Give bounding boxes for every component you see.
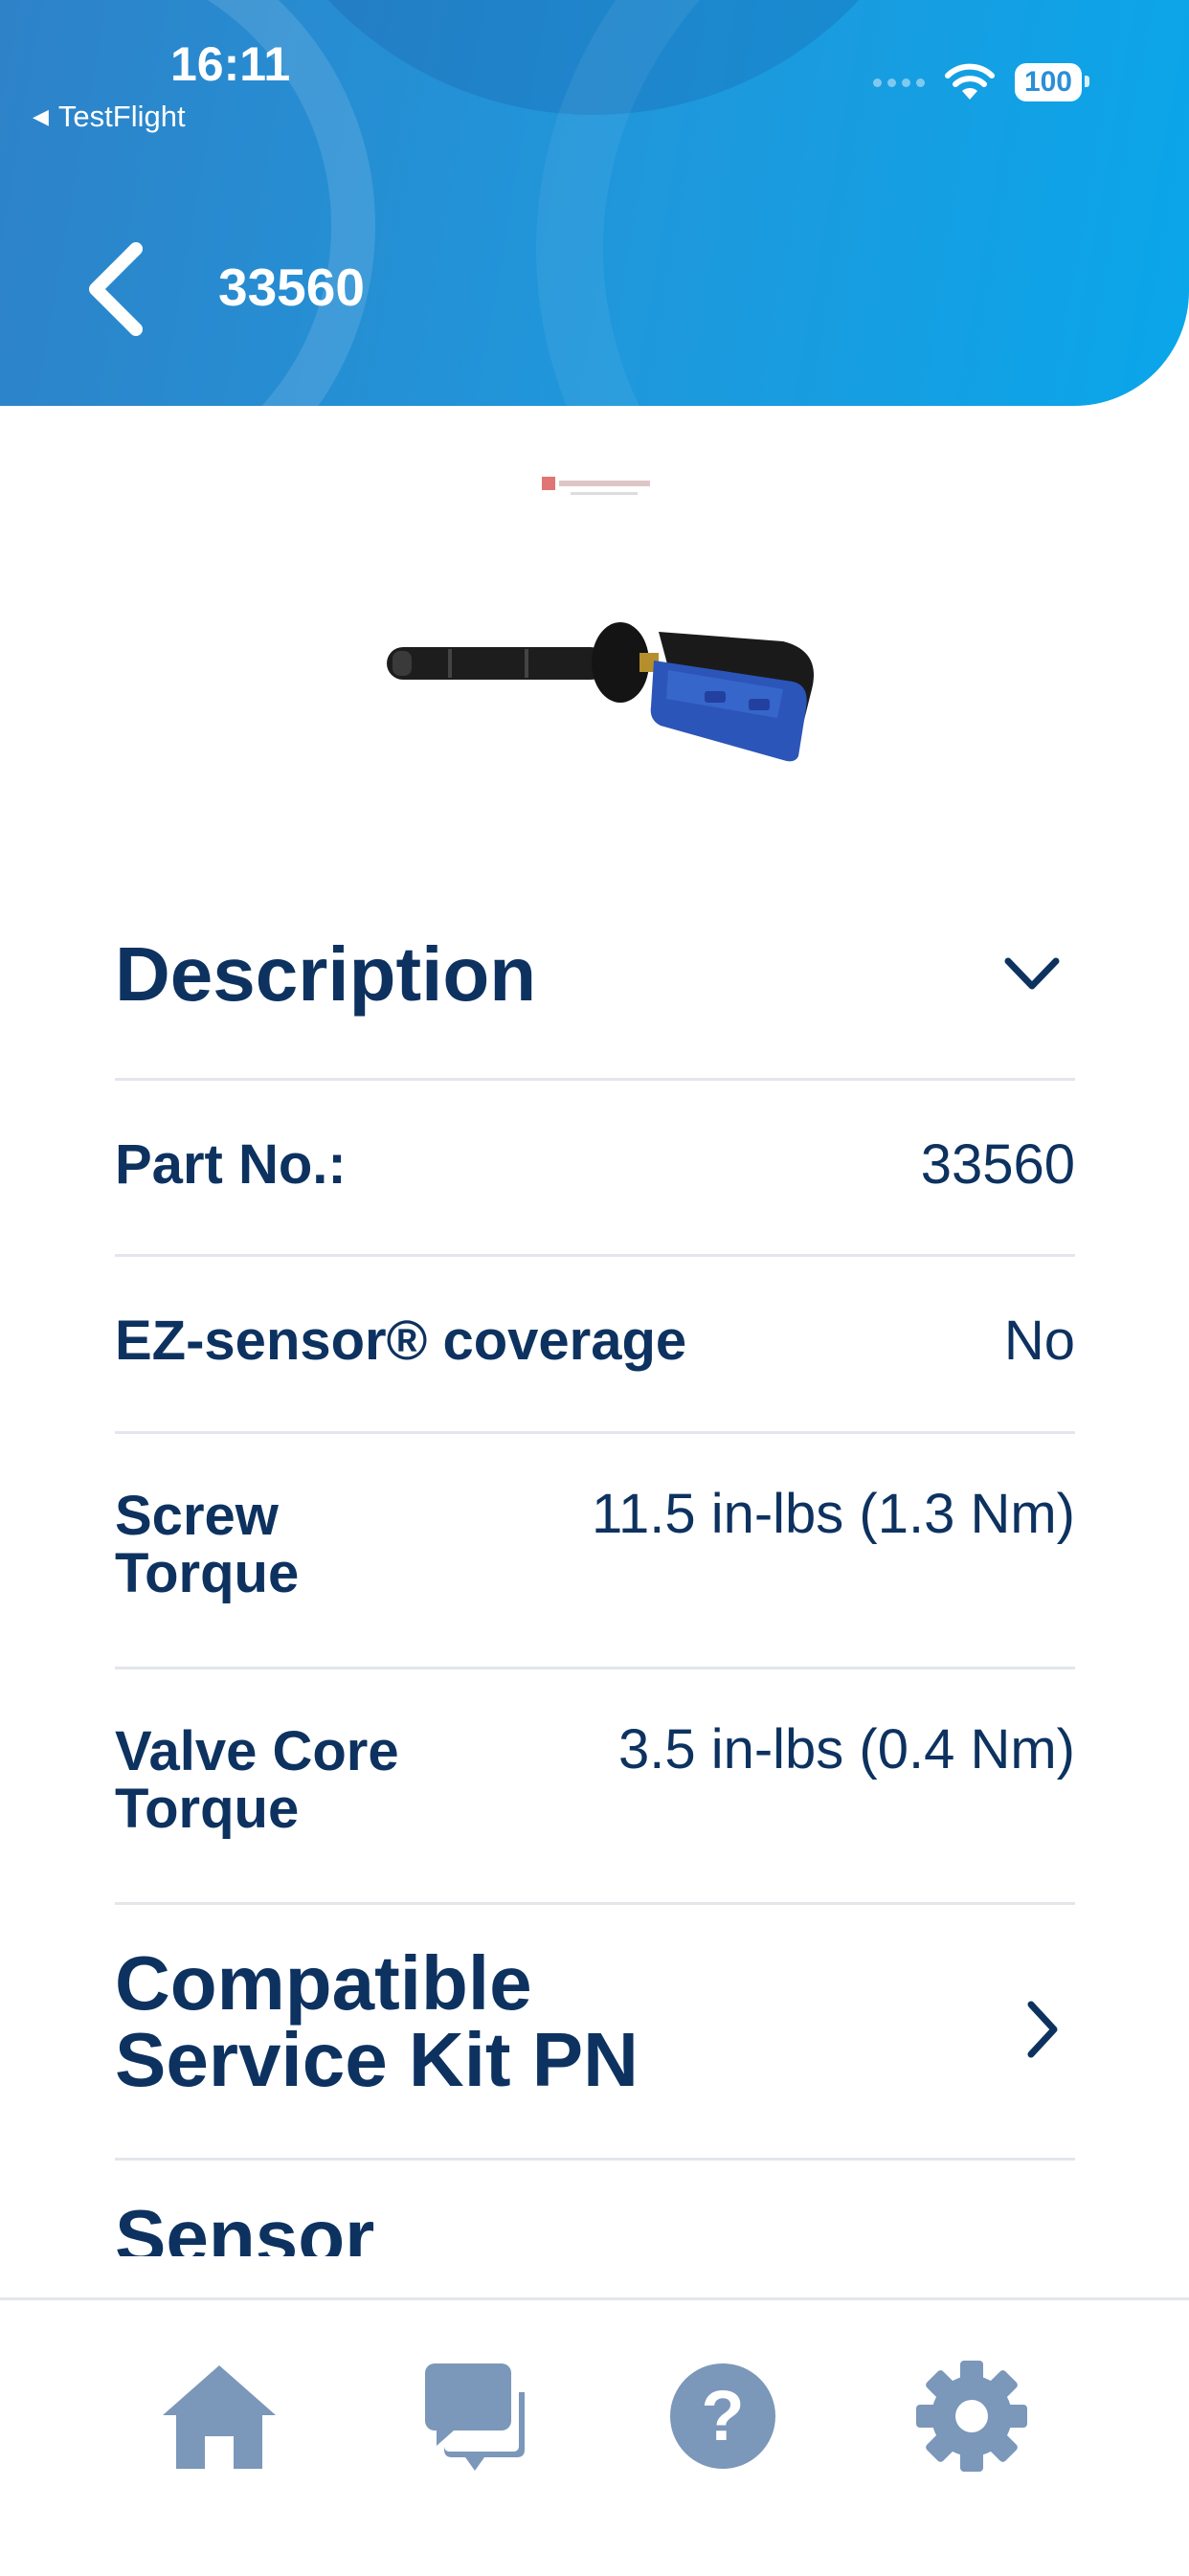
spec-label-line: Torque bbox=[115, 1778, 300, 1840]
svg-text:?: ? bbox=[701, 2376, 744, 2455]
spec-value: 3.5 in-lbs (0.4 Nm) bbox=[617, 1718, 1075, 1781]
cellular-signal-icon bbox=[872, 78, 925, 87]
chevron-right-icon bbox=[1027, 2001, 1058, 2058]
spec-row-screw-torque: Screw Torque 11.5 in-lbs (1.3 Nm) bbox=[115, 1434, 1075, 1669]
status-back-label: TestFlight bbox=[57, 100, 186, 133]
description-title: Description bbox=[115, 931, 537, 1017]
description-section-header[interactable]: Description bbox=[115, 890, 1075, 1081]
tab-bar: ? bbox=[0, 2297, 1189, 2576]
spec-row-part-no: Part No.: 33560 bbox=[115, 1081, 1075, 1257]
chevron-left-icon[interactable] bbox=[82, 241, 149, 337]
brand-logo bbox=[542, 477, 650, 495]
header-decoration-swoosh bbox=[536, 0, 1189, 406]
compatible-service-kit-title: Compatible Service Kit PN bbox=[115, 1945, 639, 2098]
spec-value: 11.5 in-lbs (1.3 Nm) bbox=[592, 1483, 1075, 1545]
spec-value: 33560 bbox=[920, 1133, 1075, 1196]
back-triangle-icon: ◀ bbox=[33, 104, 49, 128]
status-indicators: 100 bbox=[872, 63, 1090, 101]
spec-value: No bbox=[1003, 1310, 1075, 1372]
compatible-service-kit-row[interactable]: Compatible Service Kit PN bbox=[115, 1905, 1075, 2161]
sensor-section-header[interactable]: Sensor bbox=[115, 2161, 1075, 2256]
status-time: 16:11 bbox=[170, 37, 291, 91]
header: 16:11 ◀ TestFlight 100 33560 bbox=[0, 0, 1189, 406]
spec-label-line: Valve Core bbox=[115, 1720, 399, 1782]
page-title: 33560 bbox=[218, 258, 365, 317]
wifi-icon bbox=[944, 63, 995, 100]
status-back-app[interactable]: ◀ TestFlight bbox=[33, 100, 186, 134]
title-line: Service Kit PN bbox=[115, 2017, 639, 2102]
chat-icon[interactable] bbox=[415, 2354, 540, 2478]
spec-label: Part No.: bbox=[115, 1133, 347, 1196]
title-line: Compatible bbox=[115, 1940, 532, 2026]
battery-icon: 100 bbox=[1014, 63, 1090, 101]
spec-label-line: Torque bbox=[115, 1542, 300, 1604]
spec-label-line: Screw bbox=[115, 1485, 279, 1547]
spec-label: EZ-sensor® coverage bbox=[115, 1310, 687, 1372]
chevron-down-icon bbox=[1004, 957, 1060, 990]
spec-label: Valve Core Torque bbox=[115, 1723, 399, 1838]
sensor-section-title: Sensor bbox=[115, 2194, 375, 2256]
spec-row-valve-core-torque: Valve Core Torque 3.5 in-lbs (0.4 Nm) bbox=[115, 1669, 1075, 1905]
home-icon[interactable] bbox=[157, 2354, 281, 2478]
tpms-sensor-image bbox=[387, 622, 814, 762]
spec-row-ez-sensor: EZ-sensor® coverage No bbox=[115, 1257, 1075, 1434]
spec-label: Screw Torque bbox=[115, 1488, 299, 1602]
gear-icon[interactable] bbox=[909, 2354, 1034, 2478]
help-icon[interactable]: ? bbox=[661, 2354, 785, 2478]
